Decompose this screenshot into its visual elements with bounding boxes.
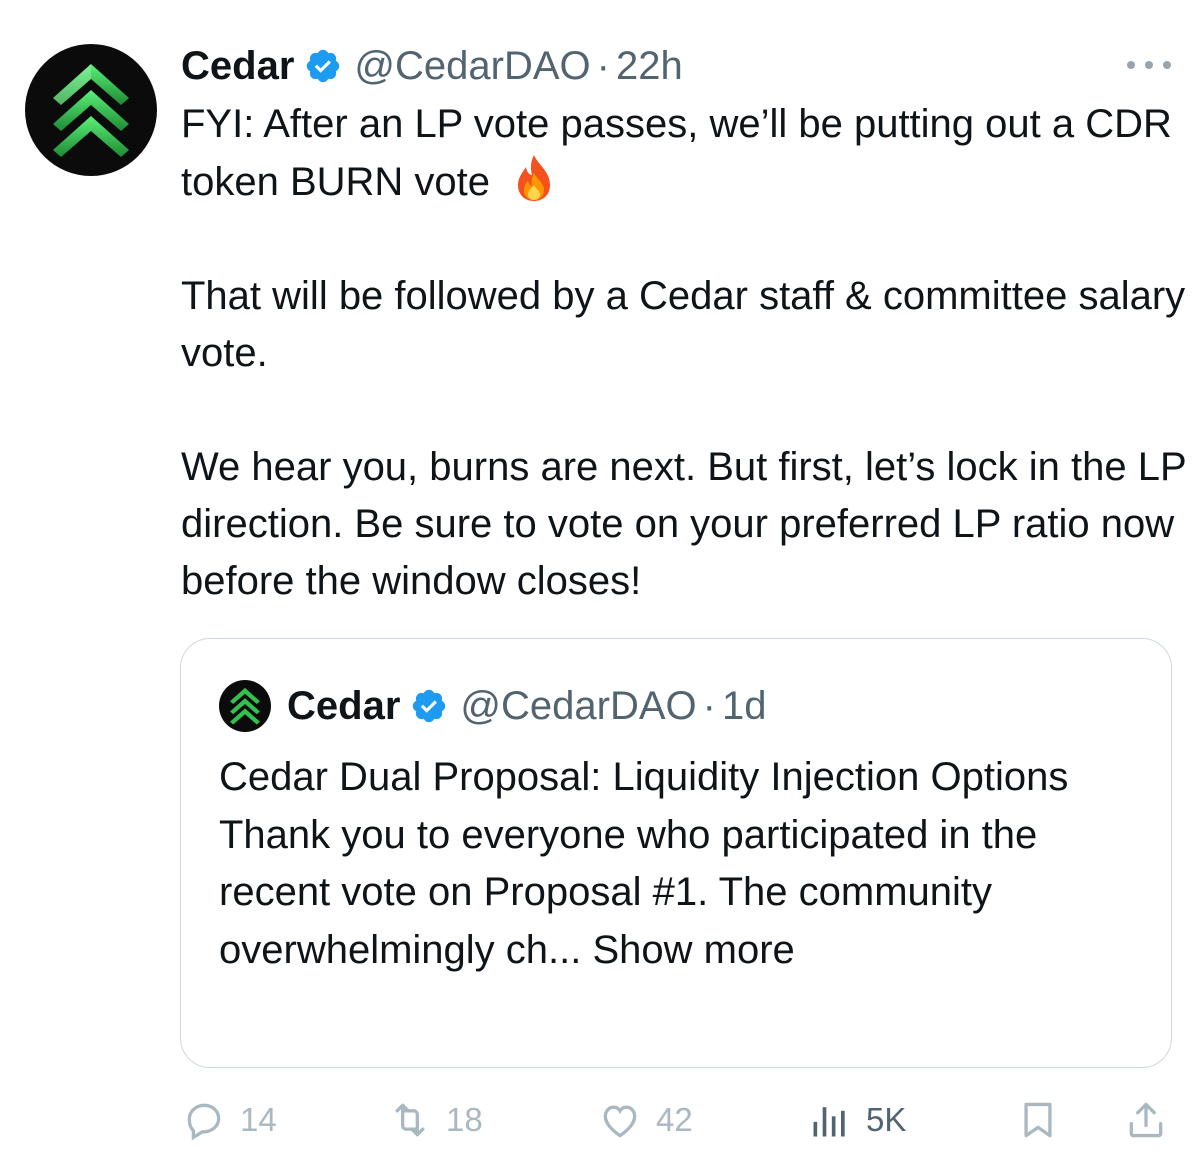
more-icon[interactable] (1127, 58, 1171, 72)
share-button[interactable] (1124, 1092, 1168, 1148)
tweet-header: Cedar @CedarDAO · 22h (181, 38, 683, 94)
show-more-link[interactable]: Show more (593, 928, 795, 972)
separator-dot: · (702, 683, 716, 728)
like-icon (603, 1105, 637, 1138)
tweet-paragraph-3: We hear you, burns are next. But first, … (181, 445, 1186, 603)
like-button[interactable]: 42 (598, 1092, 693, 1148)
reply-icon (187, 1103, 221, 1141)
view-count: 5K (866, 1101, 907, 1138)
bookmark-icon (1024, 1102, 1052, 1138)
more-dot (1145, 61, 1153, 69)
retweet-icon (395, 1103, 425, 1137)
author-avatar[interactable] (25, 44, 157, 176)
quoted-tweet-time: 1d (721, 683, 767, 728)
more-dot (1127, 61, 1135, 69)
cedar-logo-icon (53, 64, 129, 157)
quoted-author-name: Cedar (287, 683, 401, 728)
quoted-tweet[interactable]: Cedar @CedarDAO · 1d Cedar Dual Proposal… (180, 638, 1172, 1068)
fire-emoji-icon (518, 155, 551, 201)
tweet-time[interactable]: 22h (616, 44, 683, 89)
tweet-paragraph-1: FYI: After an LP vote passes, we’ll be p… (181, 96, 1191, 211)
quoted-tweet-title: Cedar Dual Proposal: Liquidity Injection… (219, 755, 1069, 799)
share-icon (1129, 1102, 1163, 1138)
bookmark-button[interactable] (1016, 1092, 1060, 1148)
retweet-button[interactable]: 18 (388, 1092, 483, 1148)
quoted-tweet-text: Cedar Dual Proposal: Liquidity Injection… (219, 749, 1139, 979)
quoted-author-avatar (219, 680, 271, 732)
views-icon (813, 1107, 845, 1137)
quoted-tweet-content: Thank you to everyone who participated i… (219, 807, 1139, 980)
tweet-action-bar: 14 18 42 5K (180, 1092, 1170, 1148)
author-handle[interactable]: @CedarDAO (354, 44, 590, 89)
reply-count: 14 (240, 1101, 277, 1138)
views-button[interactable]: 5K (808, 1092, 906, 1148)
retweet-count: 18 (446, 1101, 483, 1138)
separator-dot: · (596, 43, 610, 88)
tweet-paragraph-1-text: FYI: After an LP vote passes, we’ll be p… (181, 102, 1172, 204)
tweet-paragraph-2: That will be followed by a Cedar staff &… (181, 274, 1186, 375)
quoted-tweet-header: Cedar @CedarDAO · 1d (219, 680, 767, 732)
verified-badge-icon (413, 689, 446, 723)
quoted-author-handle: @CedarDAO (460, 683, 697, 728)
reply-button[interactable]: 14 (182, 1092, 277, 1148)
cedar-logo-icon (230, 687, 260, 725)
verified-badge-icon (307, 49, 340, 83)
author-name[interactable]: Cedar (181, 44, 294, 89)
more-dot (1163, 61, 1171, 69)
tweet-text: FYI: After an LP vote passes, we’ll be p… (181, 96, 1191, 610)
like-count: 42 (656, 1101, 693, 1138)
